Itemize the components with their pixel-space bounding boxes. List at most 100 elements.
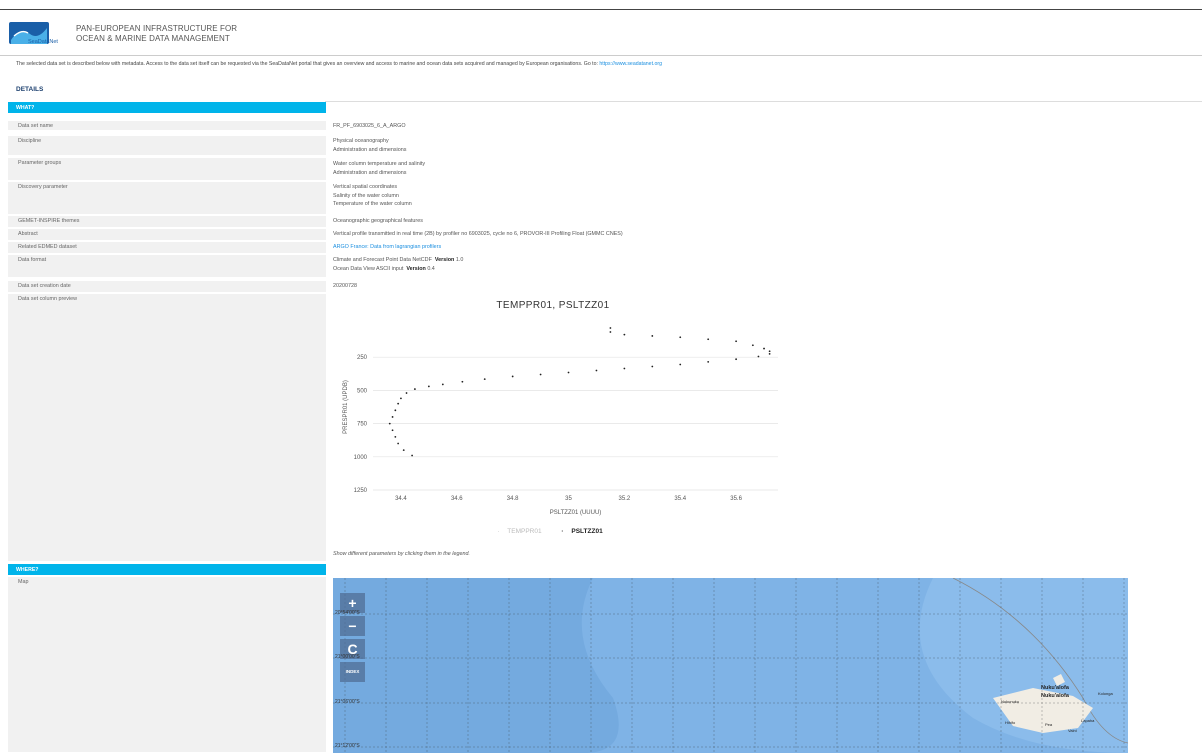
data-point [411,454,414,457]
label-creation-date: Data set creation date [8,281,326,293]
place-label: Kolonga [1098,691,1113,696]
data-point [623,333,626,336]
site-header: SeaDataNet PAN-EUROPEAN INFRASTRUCTURE F… [8,19,237,49]
data-point [679,363,682,366]
top-rule [0,9,1202,10]
data-point [483,378,486,381]
y-tick-label: 1000 [354,455,368,461]
place-label: Nuku'alofa [1041,685,1069,691]
data-point [707,360,710,363]
value-dataset-name: FR_PF_6903025_6_A_ARGO [333,123,406,129]
lat-label: 20°54'00"S [335,610,360,616]
brand-name: SeaDataNet [28,39,58,45]
data-point [609,327,612,329]
label-column-preview: Data set column preview [8,294,326,562]
label-gemet: GEMET-INSPIRE themes [8,216,326,228]
seadatanet-link[interactable]: https://www.seadatanet.org [599,61,662,67]
y-axis-label: PRESPR01 (UPDB) [343,380,349,434]
x-tick-label: 34.6 [451,496,463,502]
x-tick-label: 34.4 [395,496,407,502]
chart-legend: · TEMPPR01 · PSLTZZ01 [333,528,773,535]
value-edmed: ARGO France: Data from lagrangian profil… [333,243,441,252]
label-abstract: Abstract [8,229,326,241]
data-point [757,355,760,358]
data-point [427,385,430,388]
intro-text: The selected data set is described below… [16,61,662,67]
place-label: Vaini [1068,728,1077,733]
data-point [397,402,400,405]
label-map: Map [8,577,326,753]
label-edmed: Related EDMED dataset [8,242,326,254]
data-point [735,340,738,343]
site-title-line2: OCEAN & MARINE DATA MANAGEMENT [76,34,230,43]
data-point [388,422,391,425]
profile-chart: 250 500 750 1000 1250 34.4 34.6 34.8 35 35.2 35.4 3… [343,327,778,516]
place-label: Nukunuku [1001,699,1020,704]
value-data-format: Climate and Forecast Point Data NetCDF V… [333,257,464,272]
data-point [400,397,402,400]
section-where: WHERE? [8,564,326,575]
data-point [397,442,400,445]
legend-item-psltzz01[interactable]: · PSLTZZ01 [561,528,608,535]
place-label: Pea [1045,722,1053,727]
seadatanet-logo[interactable]: SeaDataNet [8,20,64,48]
data-point [651,335,654,337]
site-title-line1: PAN-EUROPEAN INFRASTRUCTURE FOR [76,24,238,33]
section-what: WHAT? [8,102,326,113]
legend-item-temppr01[interactable]: · TEMPPR01 [497,528,547,535]
y-tick-label: 1250 [354,488,368,494]
y-tick-label: 250 [357,355,368,361]
data-point [595,369,598,372]
legend-hint: Show different parameters by clicking th… [333,551,470,557]
lat-label: 21°12'00"S [335,743,360,749]
details-divider [325,101,1202,102]
header-divider [0,55,1202,56]
data-point [768,352,771,355]
data-point [394,409,397,412]
data-point [441,383,444,386]
data-point [405,392,408,394]
label-data-format: Data format [8,255,326,278]
location-map[interactable]: + − C INDEX 20°54'00"S 21°00'00"S 21°06'… [333,578,1128,753]
chart-title: TEMPPR01, PSLTZZ01 [496,300,610,311]
data-point [679,336,682,339]
value-discovery-parameter: Vertical spatial coordinates Salinity of… [333,184,412,207]
data-point [394,435,397,438]
x-axis-label: PSLTZZ01 (UUUU) [550,510,602,516]
label-parameter-groups: Parameter groups [8,158,326,181]
data-point [651,365,654,368]
data-point [539,373,542,376]
data-point [391,416,394,418]
place-label: Hihifo [1005,720,1016,725]
label-dataset-name: Data set name [8,121,326,131]
data-point [413,388,416,390]
x-tick-label: 35.6 [730,496,742,502]
data-point [461,380,464,383]
value-creation-date: 20200728 [333,283,357,289]
data-point [768,350,771,353]
value-discipline: Physical oceanography Administration and… [333,138,407,153]
place-label: Lapaha [1081,718,1095,723]
data-point [707,338,710,341]
x-tick-label: 35.2 [619,496,631,502]
place-label: Nuku'alofa [1041,693,1069,699]
value-abstract: Vertical profile transmitted in real tim… [333,231,623,237]
edmed-link[interactable]: ARGO France: Data from lagrangian profil… [333,244,441,250]
zoom-out-button[interactable]: − [340,616,365,636]
x-tick-label: 35.4 [674,496,686,502]
data-point [567,371,570,374]
site-title: PAN-EUROPEAN INFRASTRUCTURE FOR OCEAN & … [76,24,237,44]
intro-body: The selected data set is described below… [16,61,600,67]
y-tick-label: 750 [357,422,368,428]
index-button[interactable]: INDEX [340,662,365,682]
value-parameter-groups: Water column temperature and salinity Ad… [333,161,426,176]
details-heading: DETAILS [16,86,44,93]
x-tick-label: 35 [565,496,572,502]
data-point [609,331,612,333]
data-point [402,449,405,452]
label-discipline: Discipline [8,136,326,156]
value-gemet: Oceanographic geographical features [333,218,423,224]
data-point [735,358,738,361]
data-point [391,429,394,432]
y-tick-label: 500 [357,388,368,394]
